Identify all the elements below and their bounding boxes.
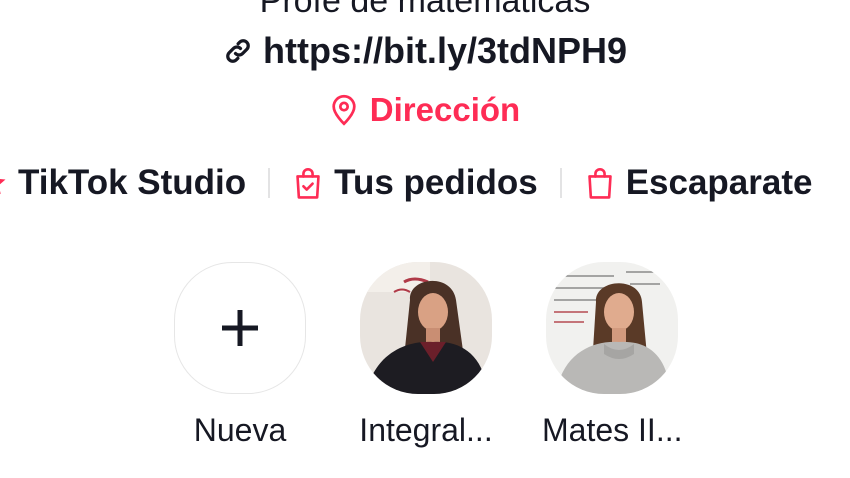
divider <box>559 168 562 198</box>
story-highlight[interactable]: Integral... <box>356 262 496 449</box>
location-text: Dirección <box>369 91 521 128</box>
escaparate-label: Escaparate <box>625 163 813 202</box>
story-thumbnail[interactable] <box>360 262 492 394</box>
plus-icon <box>222 310 258 346</box>
new-story-button[interactable]: Nueva <box>170 262 310 449</box>
bio-text: Profe de matemáticas <box>259 0 591 20</box>
story-highlight[interactable]: Mates II... <box>542 262 682 449</box>
link-icon <box>223 36 253 66</box>
location-link[interactable]: Dirección <box>0 91 850 129</box>
tus-pedidos-button[interactable]: Tus pedidos <box>292 163 538 203</box>
story-label: Nueva <box>193 412 287 448</box>
bio-link-text: https://bit.ly/3tdNPH9 <box>262 30 627 71</box>
story-label: Integral... <box>359 412 493 448</box>
new-story-bubble[interactable] <box>174 262 306 394</box>
star-icon <box>0 168 8 198</box>
profile-shortcuts: TikTok Studio Tus pedidos Escaparate <box>0 163 812 203</box>
story-highlights: Nueva Integral... Mates II... <box>0 262 850 462</box>
tiktok-studio-button[interactable]: TikTok Studio <box>0 163 246 203</box>
shopping-bag-check-icon <box>292 166 324 200</box>
story-label: Mates II... <box>542 412 683 448</box>
divider <box>268 168 271 198</box>
location-pin-icon <box>330 94 358 126</box>
tus-pedidos-label: Tus pedidos <box>334 163 538 202</box>
escaparate-button[interactable]: Escaparate <box>584 163 813 203</box>
profile-page: Profe de matemáticas https://bit.ly/3tdN… <box>0 0 850 478</box>
tiktok-studio-label: TikTok Studio <box>18 163 247 202</box>
shopping-bag-icon <box>584 166 616 200</box>
story-thumbnail[interactable] <box>546 262 678 394</box>
bio-link[interactable]: https://bit.ly/3tdNPH9 <box>0 30 850 72</box>
